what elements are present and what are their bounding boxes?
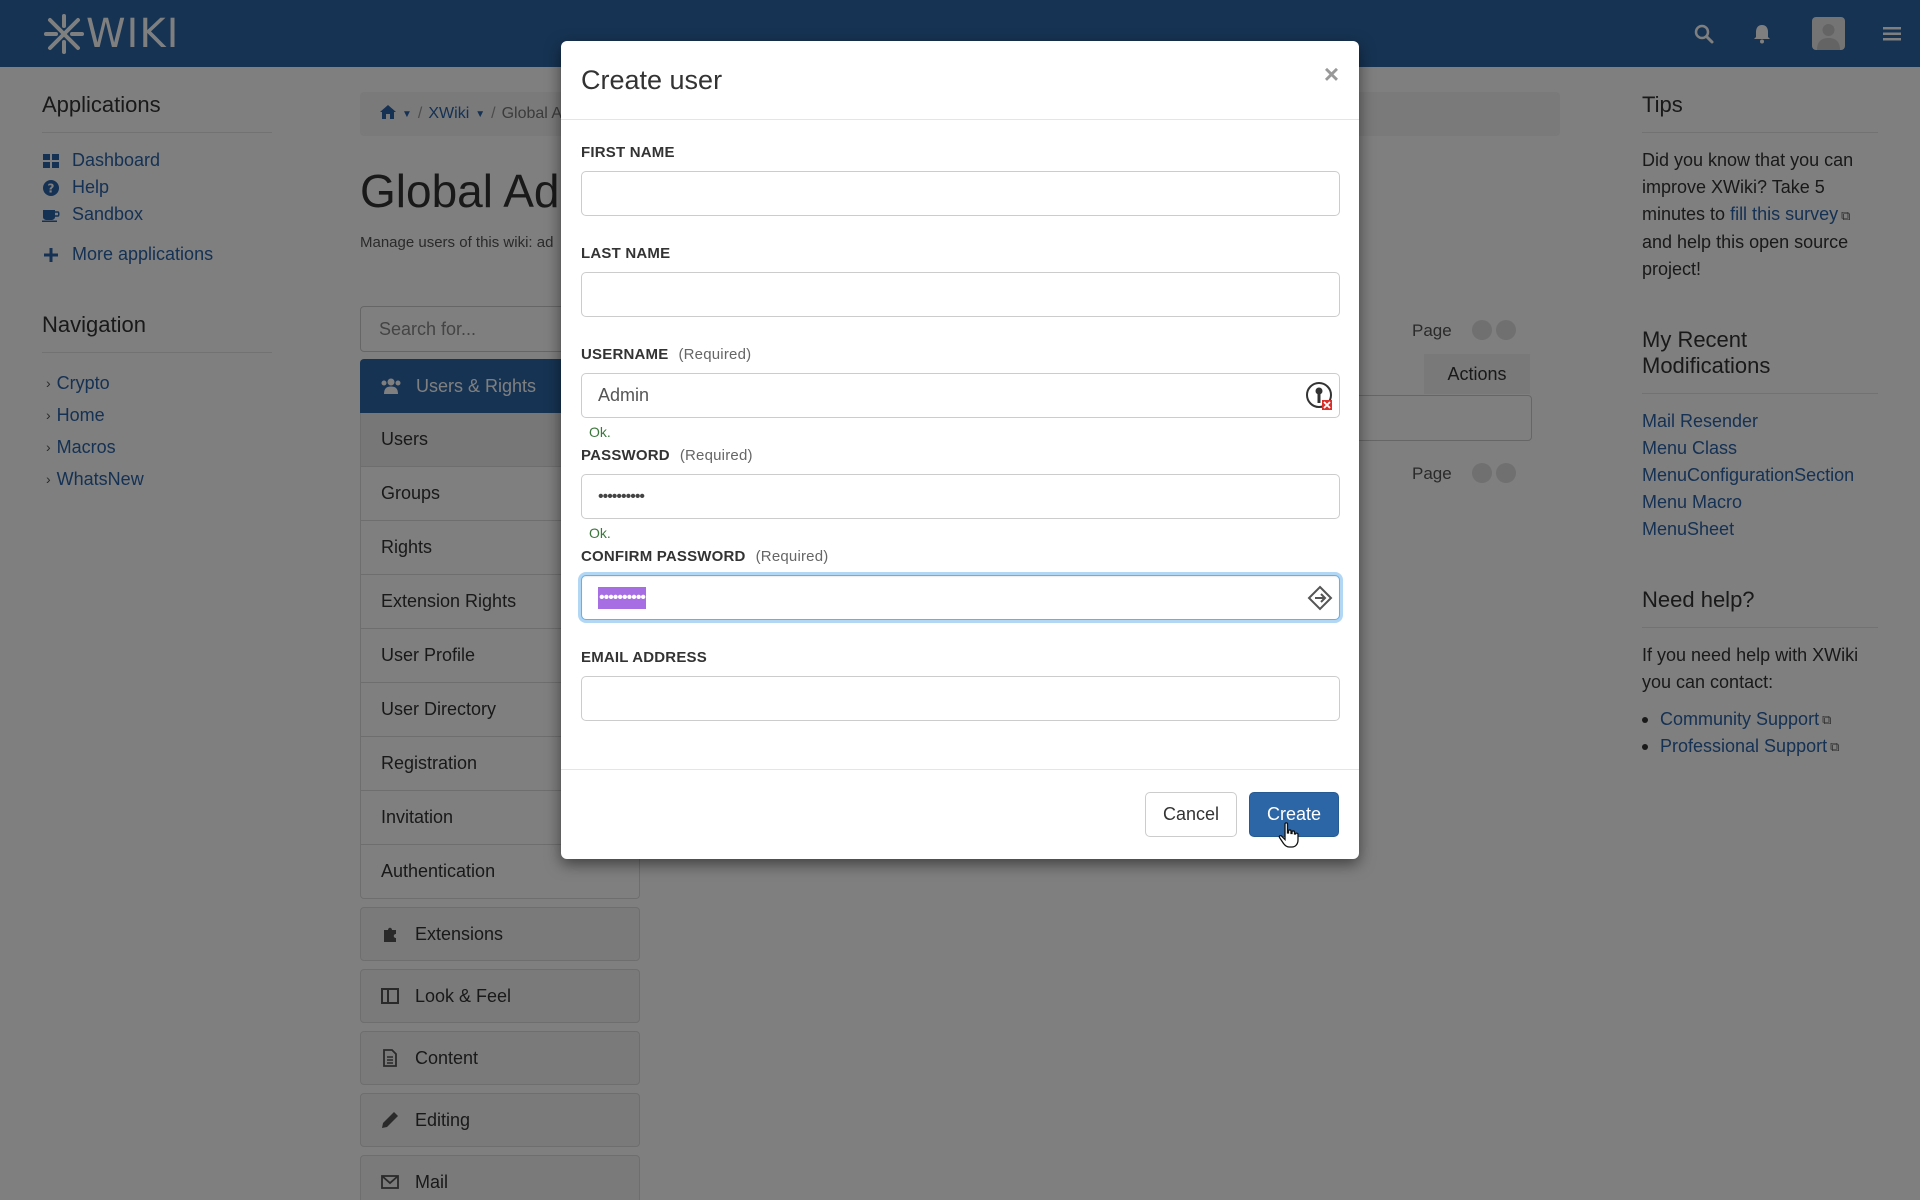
last-name-label: LAST NAME xyxy=(581,245,671,262)
required-marker: (Required) xyxy=(755,548,829,565)
create-user-modal: Create user × FIRST NAME LAST NAME USERN… xyxy=(561,41,1359,859)
username-label: USERNAME (Required) xyxy=(581,346,751,363)
required-marker: (Required) xyxy=(679,447,753,464)
required-marker: (Required) xyxy=(678,346,752,363)
first-name-field[interactable] xyxy=(581,171,1340,216)
confirm-password-field[interactable]: •••••••••• xyxy=(581,575,1340,620)
last-name-field[interactable] xyxy=(581,272,1340,317)
password-manager-icon[interactable] xyxy=(1303,379,1337,413)
password-label: PASSWORD (Required) xyxy=(581,447,753,464)
hand-cursor-icon xyxy=(1278,822,1300,853)
password-field[interactable]: •••••••••• xyxy=(581,474,1340,519)
confirm-password-label: CONFIRM PASSWORD (Required) xyxy=(581,548,828,565)
username-field[interactable]: Admin xyxy=(581,373,1340,418)
username-label-text: USERNAME xyxy=(581,346,669,363)
first-name-label: FIRST NAME xyxy=(581,144,675,161)
confirm-password-label-text: CONFIRM PASSWORD xyxy=(581,548,746,565)
modal-header: Create user × xyxy=(561,41,1359,120)
email-field[interactable] xyxy=(581,676,1340,721)
password-value: •••••••••• xyxy=(598,487,645,505)
cancel-button[interactable]: Cancel xyxy=(1145,792,1237,837)
email-label: EMAIL ADDRESS xyxy=(581,649,707,666)
password-label-text: PASSWORD xyxy=(581,447,670,464)
modal-title: Create user xyxy=(581,65,723,95)
username-ok-message: Ok. xyxy=(589,424,611,440)
close-icon[interactable]: × xyxy=(1324,59,1339,90)
password-ok-message: Ok. xyxy=(589,525,611,541)
username-value: Admin xyxy=(598,385,650,405)
confirm-password-value: •••••••••• xyxy=(598,586,646,609)
autofill-key-icon[interactable] xyxy=(1303,581,1337,615)
modal-body: FIRST NAME LAST NAME USERNAME (Required) … xyxy=(561,120,1359,770)
